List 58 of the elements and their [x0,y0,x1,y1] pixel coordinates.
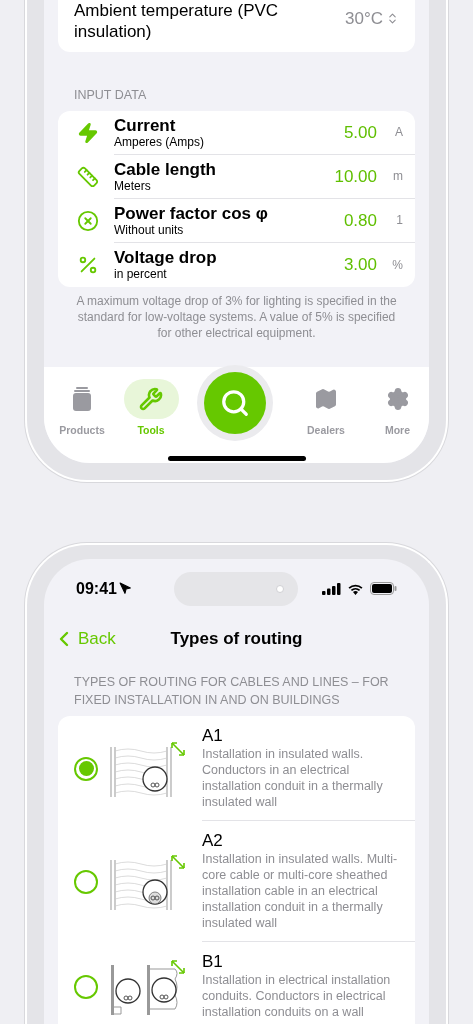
bolt-icon [77,121,99,144]
camera-icon [276,584,284,593]
input-title: Cable length [114,159,217,179]
routing-option[interactable]: B1 Installation in electrical installation conduits. Conductors in electrical installation conduits on a wall [58,942,415,1024]
wrench-icon [139,386,163,411]
input-subtitle: Amperes (Amps) [114,134,206,149]
temperature-picker[interactable]: 30°C [345,5,399,31]
routing-description: Installation in electrical installation conduits. Conductors in electrical installation conduits on a wall [202,972,392,1020]
footnote: A maximum voltage drop of 3% for lighting is specified in the standard for low-voltage systems. A value of 5% is specified for other electrical equipment. [75,292,398,341]
routing-description: Installation in insulated walls. Multi-core cable or multi-core sheathed installation cable in an electrical installation conduit in a thermally insulated wall [202,851,399,931]
search-icon [220,387,250,418]
routing-code: A1 [202,726,224,746]
wifi-icon [347,582,364,595]
unit-label: % [391,256,403,274]
radio-button[interactable] [74,869,98,894]
battery-icon [370,582,397,595]
unit-label: 1 [395,212,403,230]
routing-code: A2 [202,831,224,851]
settings-icon [385,386,410,411]
routing-option[interactable]: A1 Installation in insulated walls. Conductors in an electrical installation conduit in a thermally insulated wall [58,716,415,821]
jar-icon [72,386,92,411]
up-down-icon [386,11,399,25]
input-title: Power factor cos φ [114,203,269,223]
tab-item[interactable]: Products [44,366,120,439]
search-button[interactable] [204,371,266,434]
routing-description: Installation in insulated walls. Conductors in an electrical installation conduit in a thermally insulated wall [202,746,384,810]
input-row[interactable]: Power factor cos φ Without units 0.80 1 [58,198,415,243]
signal-icon [322,582,341,595]
input-subtitle: Meters [114,178,152,193]
unit-label: A [394,124,403,142]
routing-code: B1 [202,952,224,972]
location-arrow-icon [118,582,132,595]
input-subtitle: in percent [114,267,168,282]
input-value[interactable]: 3.00 [343,252,377,278]
map-icon [314,386,338,411]
input-row[interactable]: Cable length Meters 10.00 m [58,154,415,199]
input-row[interactable]: Current Amperes (Amps) 5.00 A [58,110,415,155]
input-value[interactable]: 10.00 [334,163,377,189]
circle-x-icon [77,209,99,232]
input-value[interactable]: 0.80 [343,207,377,233]
tab-item[interactable]: Dealers [288,366,364,439]
screen-title: Types of routing [170,628,303,651]
input-row[interactable]: Voltage drop in percent 3.00 % [58,242,415,287]
radio-button[interactable] [74,974,98,999]
routing-option[interactable]: A2 Installation in insulated walls. Multi-core cable or multi-core sheathed installation cable in an electrical installation conduit in a thermally insulated wall [58,821,415,942]
back-button[interactable]: Back [52,626,116,652]
ambient-label: Ambient temperature (PVC insulation) [74,0,280,42]
status-time: 09:41 [76,578,117,599]
section-title: INPUT DATA [74,87,148,104]
tab-item[interactable]: More [364,366,429,439]
input-title: Voltage drop [114,248,218,268]
radio-button[interactable] [74,756,98,781]
section-title: TYPES OF ROUTING FOR CABLES AND LINES – FOR FIXED INSTALLATION IN AND ON BUILDINGS [74,674,390,709]
input-title: Current [114,115,177,135]
ruler-icon [77,165,99,188]
unit-label: m [392,168,403,186]
input-subtitle: Without units [114,222,185,237]
input-value[interactable]: 5.00 [343,119,377,145]
